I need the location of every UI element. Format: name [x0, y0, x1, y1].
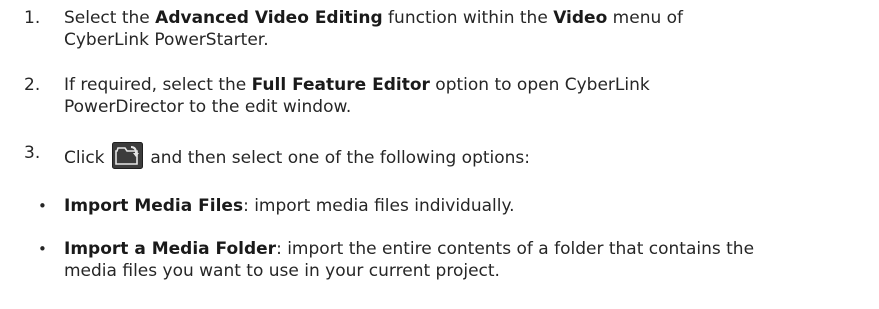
step-text: Click and then select one of the followi…: [64, 142, 864, 169]
step-text-part: Select the: [64, 8, 156, 28]
instructions-document: 1. Select the Advanced Video Editing fun…: [0, 0, 879, 309]
import-media-icon[interactable]: [111, 142, 143, 169]
step-text-part: option to open CyberLink: [429, 75, 650, 95]
option-description: media files you want to use in your curr…: [64, 261, 500, 281]
option-name: Import a Media Folder: [64, 239, 277, 259]
option-text: Import Media Files: import media files i…: [64, 195, 864, 217]
option-name: Full Feature Editor: [251, 75, 430, 95]
step-text-part: PowerDirector to the edit window.: [64, 97, 352, 117]
option-name: Import Media Files: [64, 196, 244, 216]
step-text-part: function within the: [382, 8, 554, 28]
step-text: Select the Advanced Video Editing functi…: [64, 7, 864, 51]
bullet-marker: •: [38, 240, 47, 258]
step-number: 1.: [24, 8, 41, 28]
step-text-part: and then select one of the following opt…: [144, 148, 531, 168]
step-text-part: menu of: [607, 8, 684, 28]
option-description: : import the entire contents of a folder…: [276, 239, 755, 259]
step-number: 2.: [24, 75, 41, 95]
step-text-part: If required, select the: [64, 75, 252, 95]
step-text: If required, select the Full Feature Edi…: [64, 74, 864, 118]
option-text: Import a Media Folder: import the entire…: [64, 238, 864, 282]
step-number: 3.: [24, 143, 41, 163]
option-description: : import media files individually.: [243, 196, 515, 216]
menu-function-name: Advanced Video Editing: [155, 8, 383, 28]
bullet-marker: •: [38, 197, 47, 215]
menu-name: Video: [553, 8, 608, 28]
step-text-part: Click: [64, 148, 110, 168]
step-text-part: CyberLink PowerStarter.: [64, 30, 269, 50]
